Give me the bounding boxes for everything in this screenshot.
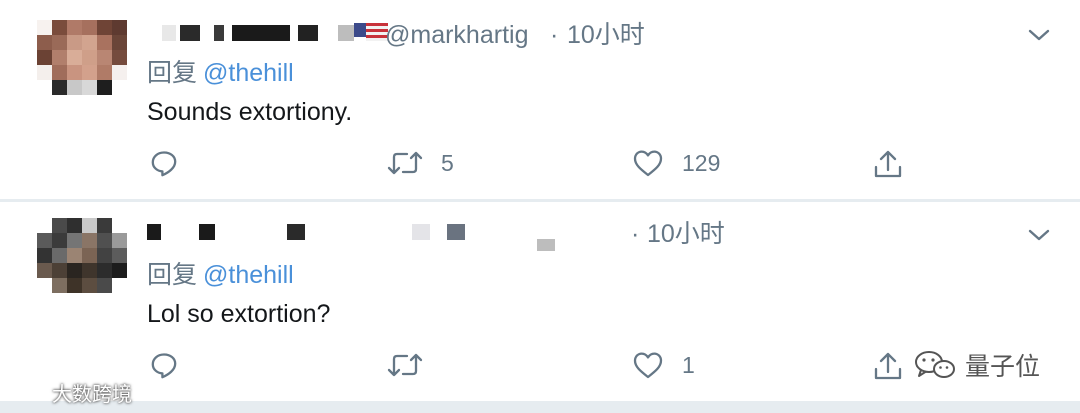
retweet-button[interactable] — [387, 350, 441, 380]
timestamp[interactable]: 10小时 — [647, 219, 725, 249]
like-count: 1 — [682, 351, 695, 378]
timeline-bottom-border — [0, 401, 1080, 413]
reply-button[interactable] — [149, 350, 179, 380]
like-button[interactable]: 129 — [632, 148, 720, 178]
retweet-icon — [387, 151, 423, 175]
separator-dot: · — [631, 220, 640, 248]
watermark-right-text: 量子位 — [965, 353, 1041, 381]
avatar-pixelated[interactable] — [37, 20, 127, 95]
tweet-text: Lol so extortion? — [147, 300, 331, 328]
separator-dot: · — [550, 21, 559, 49]
watermark-right: 量子位 — [913, 347, 1040, 383]
like-icon — [633, 150, 663, 177]
user-handle[interactable]: @markhartig — [385, 20, 528, 50]
retweet-count: 5 — [441, 149, 454, 176]
weibo-logo-icon — [9, 386, 47, 399]
share-button[interactable] — [872, 148, 904, 180]
chevron-down-icon[interactable] — [1026, 24, 1052, 46]
share-button[interactable] — [872, 350, 904, 382]
chevron-down-icon[interactable] — [1026, 224, 1052, 246]
watermark-left: 大数跨境 — [8, 378, 132, 407]
reply-icon — [151, 353, 177, 379]
retweet-button[interactable]: 5 — [387, 148, 454, 178]
timestamp[interactable]: 10小时 — [567, 20, 645, 50]
tweet-header: @markhartig · 10小时 — [147, 20, 1027, 50]
reply-prefix: 回复 — [147, 59, 198, 87]
share-icon — [874, 150, 902, 178]
tweet-text: Sounds extortiony. — [147, 98, 353, 126]
reply-context: 回复 @thehill — [147, 260, 294, 290]
reply-icon — [151, 151, 177, 177]
reply-mention-link[interactable]: @thehill — [203, 261, 294, 289]
like-button[interactable]: 1 — [632, 350, 695, 380]
like-count: 129 — [682, 149, 721, 176]
reply-mention-link[interactable]: @thehill — [203, 59, 294, 87]
reply-context: 回复 @thehill — [147, 58, 294, 88]
tweet[interactable]: @markhartig · 10小时 回复 @thehill Sounds ext… — [0, 0, 1080, 199]
avatar-pixelated[interactable] — [37, 218, 127, 293]
tweet-header: · 10小时 — [147, 219, 1027, 251]
like-icon — [633, 352, 663, 379]
watermark-left-text: 大数跨境 — [52, 384, 132, 406]
reply-button[interactable] — [149, 148, 179, 178]
reply-prefix: 回复 — [147, 261, 198, 289]
share-icon — [874, 352, 902, 380]
retweet-icon — [387, 353, 423, 377]
wechat-logo-icon — [915, 351, 955, 378]
